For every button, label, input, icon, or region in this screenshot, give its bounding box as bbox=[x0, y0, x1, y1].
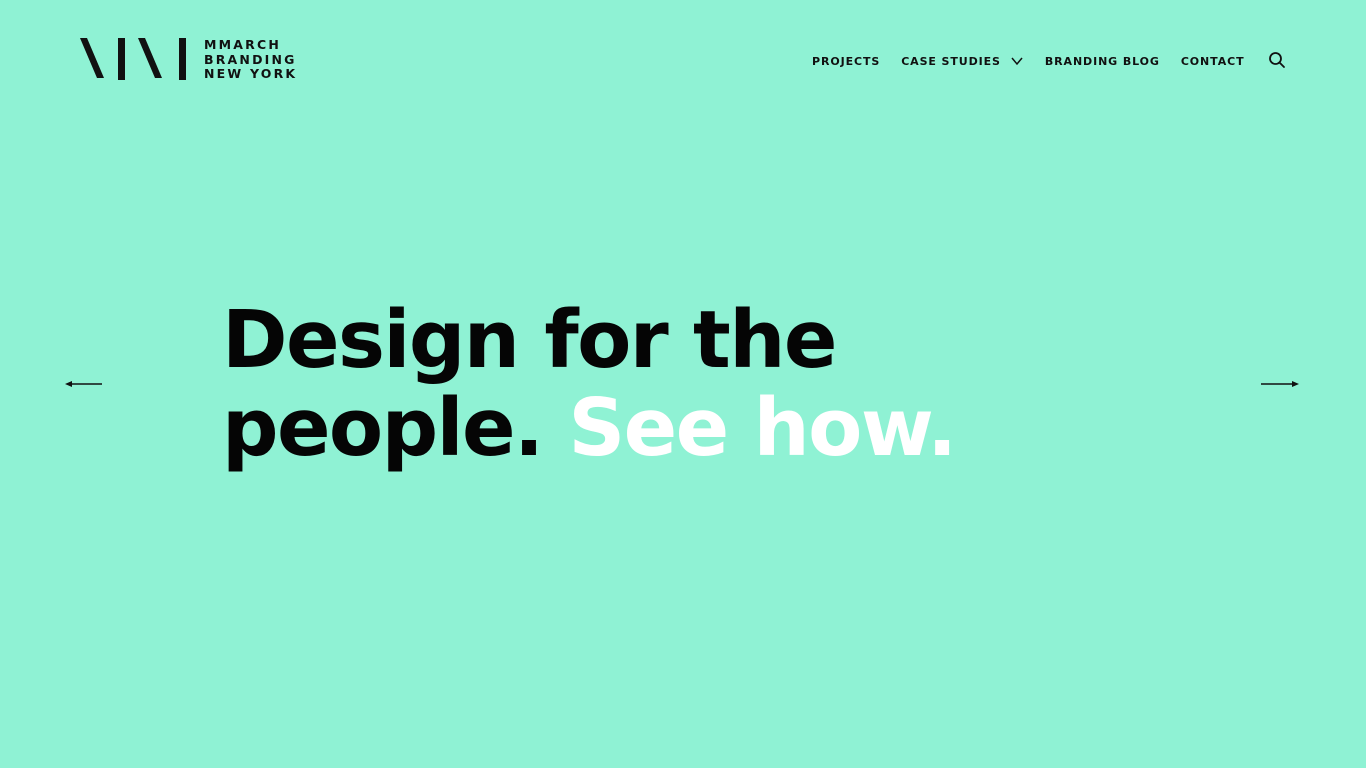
nav-item-contact[interactable]: CONTACT bbox=[1181, 55, 1245, 68]
main-nav: PROJECTS CASE STUDIES BRANDING BLOG CONT… bbox=[812, 52, 1245, 70]
logo-line-3: NEW YORK bbox=[204, 66, 298, 81]
logo-line-1: MMARCH bbox=[204, 37, 282, 52]
logo-link[interactable]: MMARCH BRANDING NEW YORK bbox=[80, 37, 298, 82]
nav-item-case-studies-label: CASE STUDIES bbox=[901, 54, 1001, 68]
nav-item-branding-blog[interactable]: BRANDING BLOG bbox=[1045, 55, 1160, 68]
search-icon[interactable] bbox=[1268, 51, 1286, 69]
site-header: MMARCH BRANDING NEW YORK PROJECTS CASE S… bbox=[0, 0, 1366, 120]
hero-heading-dark: people. bbox=[222, 382, 544, 474]
arrow-left-icon[interactable] bbox=[64, 376, 104, 392]
hero-heading-line-1: Design for the bbox=[222, 294, 837, 386]
chevron-down-icon[interactable] bbox=[1010, 56, 1024, 66]
hero-heading-line-2: people. See how. bbox=[222, 384, 1122, 472]
see-how-link[interactable]: See how. bbox=[568, 382, 957, 474]
logo-line-2: BRANDING bbox=[204, 51, 297, 67]
nav-item-case-studies[interactable]: CASE STUDIES bbox=[901, 55, 1024, 68]
nav-item-projects[interactable]: PROJECTS bbox=[812, 55, 880, 68]
logo-wordmark: MMARCH BRANDING NEW YORK bbox=[204, 37, 298, 82]
hero-slide: Design for the people. See how. bbox=[222, 296, 1122, 472]
arrow-right-icon[interactable] bbox=[1260, 376, 1300, 392]
logo-mark-icon bbox=[80, 38, 186, 80]
